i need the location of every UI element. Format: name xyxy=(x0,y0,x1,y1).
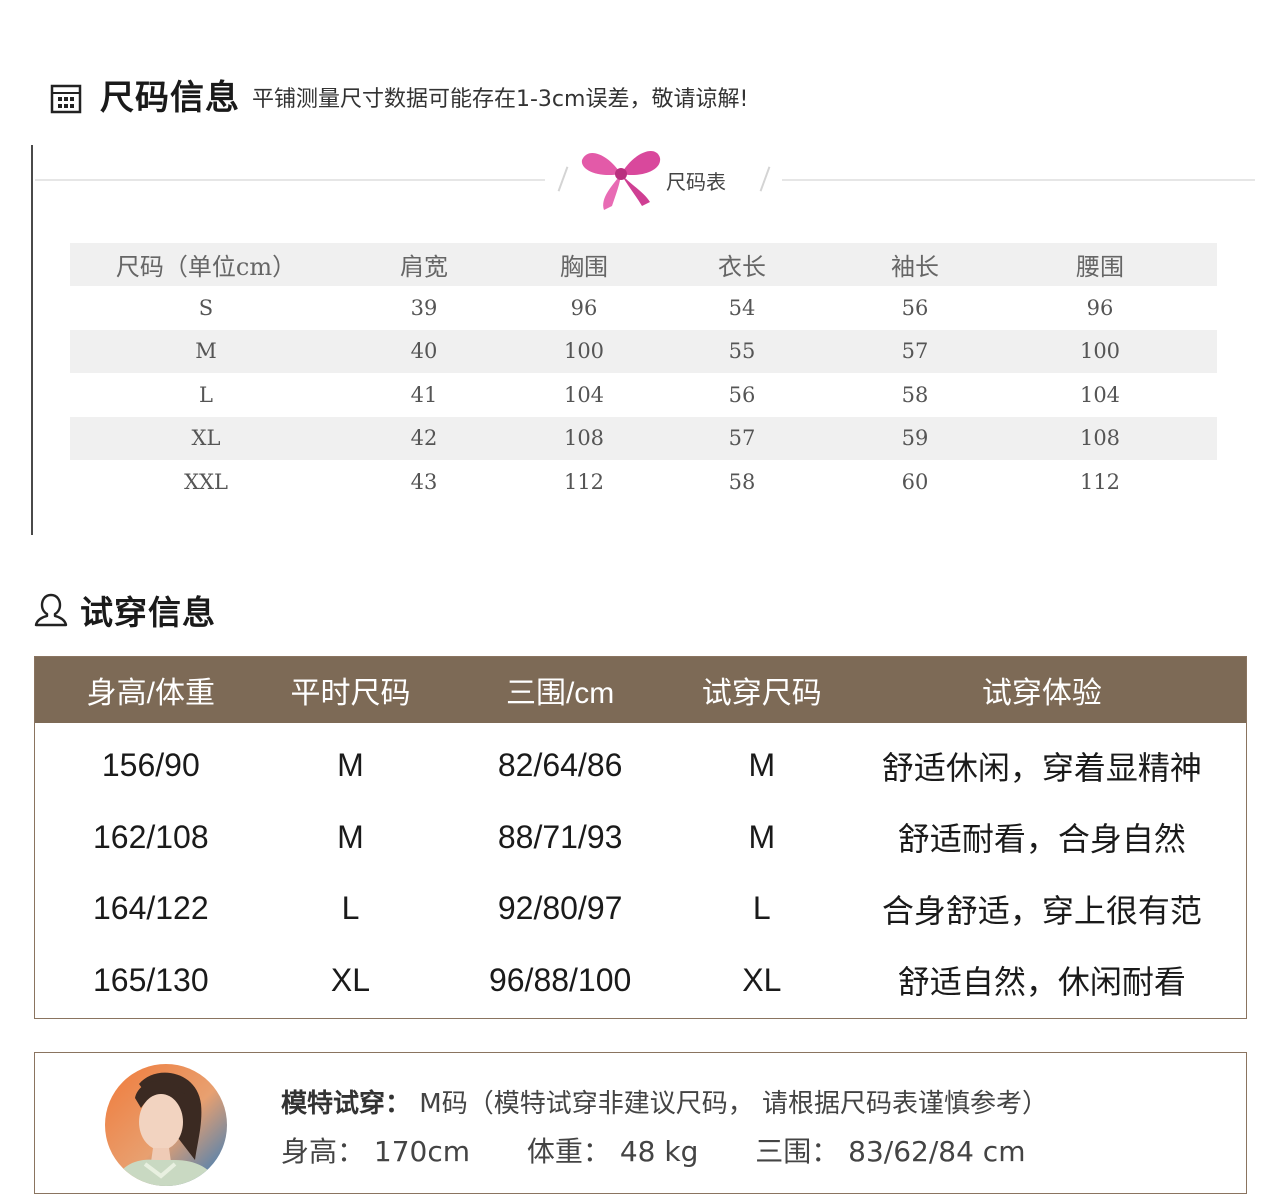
header-cell: 三围/cm xyxy=(505,677,615,710)
header-cell: 腰围 xyxy=(1076,253,1124,281)
table-row: 165/130 XL 96/88/100 XL 舒适自然，休闲耐看 xyxy=(35,945,1246,1017)
model-info-box: 模特试穿： M码（模特试穿非建议尺码， 请根据尺码表谨慎参考） 身高： 170c… xyxy=(34,1052,1247,1194)
table-row: 162/108 M 88/71/93 M 舒适耐看，合身自然 xyxy=(35,802,1246,874)
table-cell: 162/108 xyxy=(92,818,209,855)
size-cell: L xyxy=(199,382,213,407)
table-cell: M xyxy=(748,747,776,784)
fit-section-header: 试穿信息 xyxy=(34,586,216,634)
table-row: S 39 96 54 56 96 xyxy=(70,286,1217,330)
table-cell: 108 xyxy=(1079,426,1121,451)
table-cell: 156/90 xyxy=(101,747,200,784)
model-weight: 体重： 48 kg xyxy=(526,1135,699,1168)
divider-line-left xyxy=(35,179,545,181)
table-cell: M xyxy=(748,818,776,855)
table-row: L 41 104 56 58 104 xyxy=(70,373,1217,417)
table-cell: 56 xyxy=(728,382,756,407)
left-vertical-rule xyxy=(31,145,33,535)
header-cell: 身高/体重 xyxy=(86,677,215,710)
size-chart-label: 尺码表 xyxy=(666,170,726,194)
table-cell: 165/130 xyxy=(92,961,209,998)
table-cell: 104 xyxy=(563,382,605,407)
table-cell: 100 xyxy=(563,339,605,364)
table-row: 164/122 L 92/80/97 L 合身舒适，穿上很有范 xyxy=(35,873,1246,945)
table-cell: 92/80/97 xyxy=(497,890,623,927)
size-cell: XL xyxy=(191,426,221,451)
model-height: 身高： 170cm xyxy=(281,1135,471,1168)
table-cell: 舒适自然，休闲耐看 xyxy=(897,964,1186,1001)
calendar-grid-icon xyxy=(50,84,82,114)
table-cell: M xyxy=(337,818,364,855)
table-cell: 88/71/93 xyxy=(497,818,623,855)
table-cell: 58 xyxy=(901,382,929,407)
size-table-header: 尺码（单位cm） 肩宽 胸围 衣长 袖长 腰围 xyxy=(70,243,1217,286)
fit-table-header: 身高/体重 平时尺码 三围/cm 试穿尺码 试穿体验 xyxy=(35,657,1246,723)
table-cell: 舒适休闲，穿着显精神 xyxy=(881,749,1202,786)
header-cell: 试穿尺码 xyxy=(701,677,822,710)
person-outline-icon xyxy=(34,593,68,627)
table-row: XXL 43 112 58 60 112 xyxy=(70,460,1217,504)
divider-slash xyxy=(759,166,771,192)
table-cell: 合身舒适，穿上很有范 xyxy=(881,892,1202,929)
table-cell: 108 xyxy=(563,426,605,451)
model-fit-line: 模特试穿： M码（模特试穿非建议尺码， 请根据尺码表谨慎参考） xyxy=(281,1083,1048,1120)
table-cell: XL xyxy=(330,961,371,998)
table-cell: 96 xyxy=(570,295,598,320)
table-row: 156/90 M 82/64/86 M 舒适休闲，穿着显精神 xyxy=(35,730,1246,802)
table-cell: 57 xyxy=(901,339,929,364)
table-cell: 100 xyxy=(1079,339,1121,364)
table-row: M 40 100 55 57 100 xyxy=(70,329,1217,373)
header-cell: 袖长 xyxy=(891,253,939,281)
table-cell: 82/64/86 xyxy=(497,747,623,784)
table-cell: 104 xyxy=(1079,382,1121,407)
table-cell: 43 xyxy=(410,469,438,494)
table-cell: 96/88/100 xyxy=(488,961,632,998)
table-cell: M xyxy=(337,747,364,784)
table-row: XL 42 108 57 59 108 xyxy=(70,416,1217,460)
model-fit-label: 模特试穿： xyxy=(281,1089,412,1119)
table-cell: 56 xyxy=(901,295,929,320)
fit-table-body: 156/90 M 82/64/86 M 舒适休闲，穿着显精神 162/108 M… xyxy=(35,723,1246,1016)
size-cell: XXL xyxy=(184,469,228,494)
table-cell: 40 xyxy=(410,339,438,364)
table-cell: L xyxy=(752,890,771,927)
header-cell: 尺码（单位cm） xyxy=(115,253,297,281)
divider-slash xyxy=(557,166,569,192)
table-cell: 42 xyxy=(410,426,438,451)
size-cell: S xyxy=(198,295,214,320)
size-section-header: 尺码信息 平铺测量尺寸数据可能存在1-3cm误差，敬请谅解! xyxy=(50,76,748,120)
table-cell: 55 xyxy=(728,339,756,364)
size-section-note: 平铺测量尺寸数据可能存在1-3cm误差，敬请谅解! xyxy=(252,87,749,112)
divider-line-right xyxy=(782,179,1255,181)
header-cell: 衣长 xyxy=(718,253,766,281)
table-cell: 57 xyxy=(728,426,756,451)
header-cell: 平时尺码 xyxy=(290,677,411,710)
pink-bow-icon xyxy=(581,151,661,210)
table-cell: 54 xyxy=(728,295,756,320)
size-section-title: 尺码信息 xyxy=(100,78,240,118)
size-cell: M xyxy=(195,339,217,364)
size-table: 尺码（单位cm） 肩宽 胸围 衣长 袖长 腰围 S 39 96 54 56 96… xyxy=(70,243,1217,504)
table-cell: 112 xyxy=(563,469,605,494)
model-fit-value: M码（模特试穿非建议尺码， 请根据尺码表谨慎参考） xyxy=(411,1089,1048,1119)
table-cell: 舒适耐看，合身自然 xyxy=(897,821,1186,858)
header-cell: 胸围 xyxy=(560,253,608,281)
fit-table: 身高/体重 平时尺码 三围/cm 试穿尺码 试穿体验 156/90 M 82/6… xyxy=(34,656,1247,1019)
table-cell: 58 xyxy=(728,469,756,494)
table-cell: 41 xyxy=(410,382,438,407)
model-stats-line: 身高： 170cm 体重： 48 kg 三围： 83/62/84 cm xyxy=(281,1130,1073,1170)
table-cell: 112 xyxy=(1079,469,1121,494)
model-avatar-photo xyxy=(105,1064,227,1186)
table-cell: L xyxy=(341,890,360,927)
table-cell: XL xyxy=(742,961,782,998)
table-cell: 39 xyxy=(410,295,438,320)
table-cell: 96 xyxy=(1086,295,1114,320)
header-cell: 试穿体验 xyxy=(981,677,1102,710)
table-cell: 60 xyxy=(901,469,929,494)
table-cell: 164/122 xyxy=(92,890,209,927)
header-cell: 肩宽 xyxy=(400,253,448,281)
table-cell: 59 xyxy=(901,426,929,451)
fit-section-title: 试穿信息 xyxy=(80,593,216,632)
model-measurements: 三围： 83/62/84 cm xyxy=(755,1135,1026,1168)
